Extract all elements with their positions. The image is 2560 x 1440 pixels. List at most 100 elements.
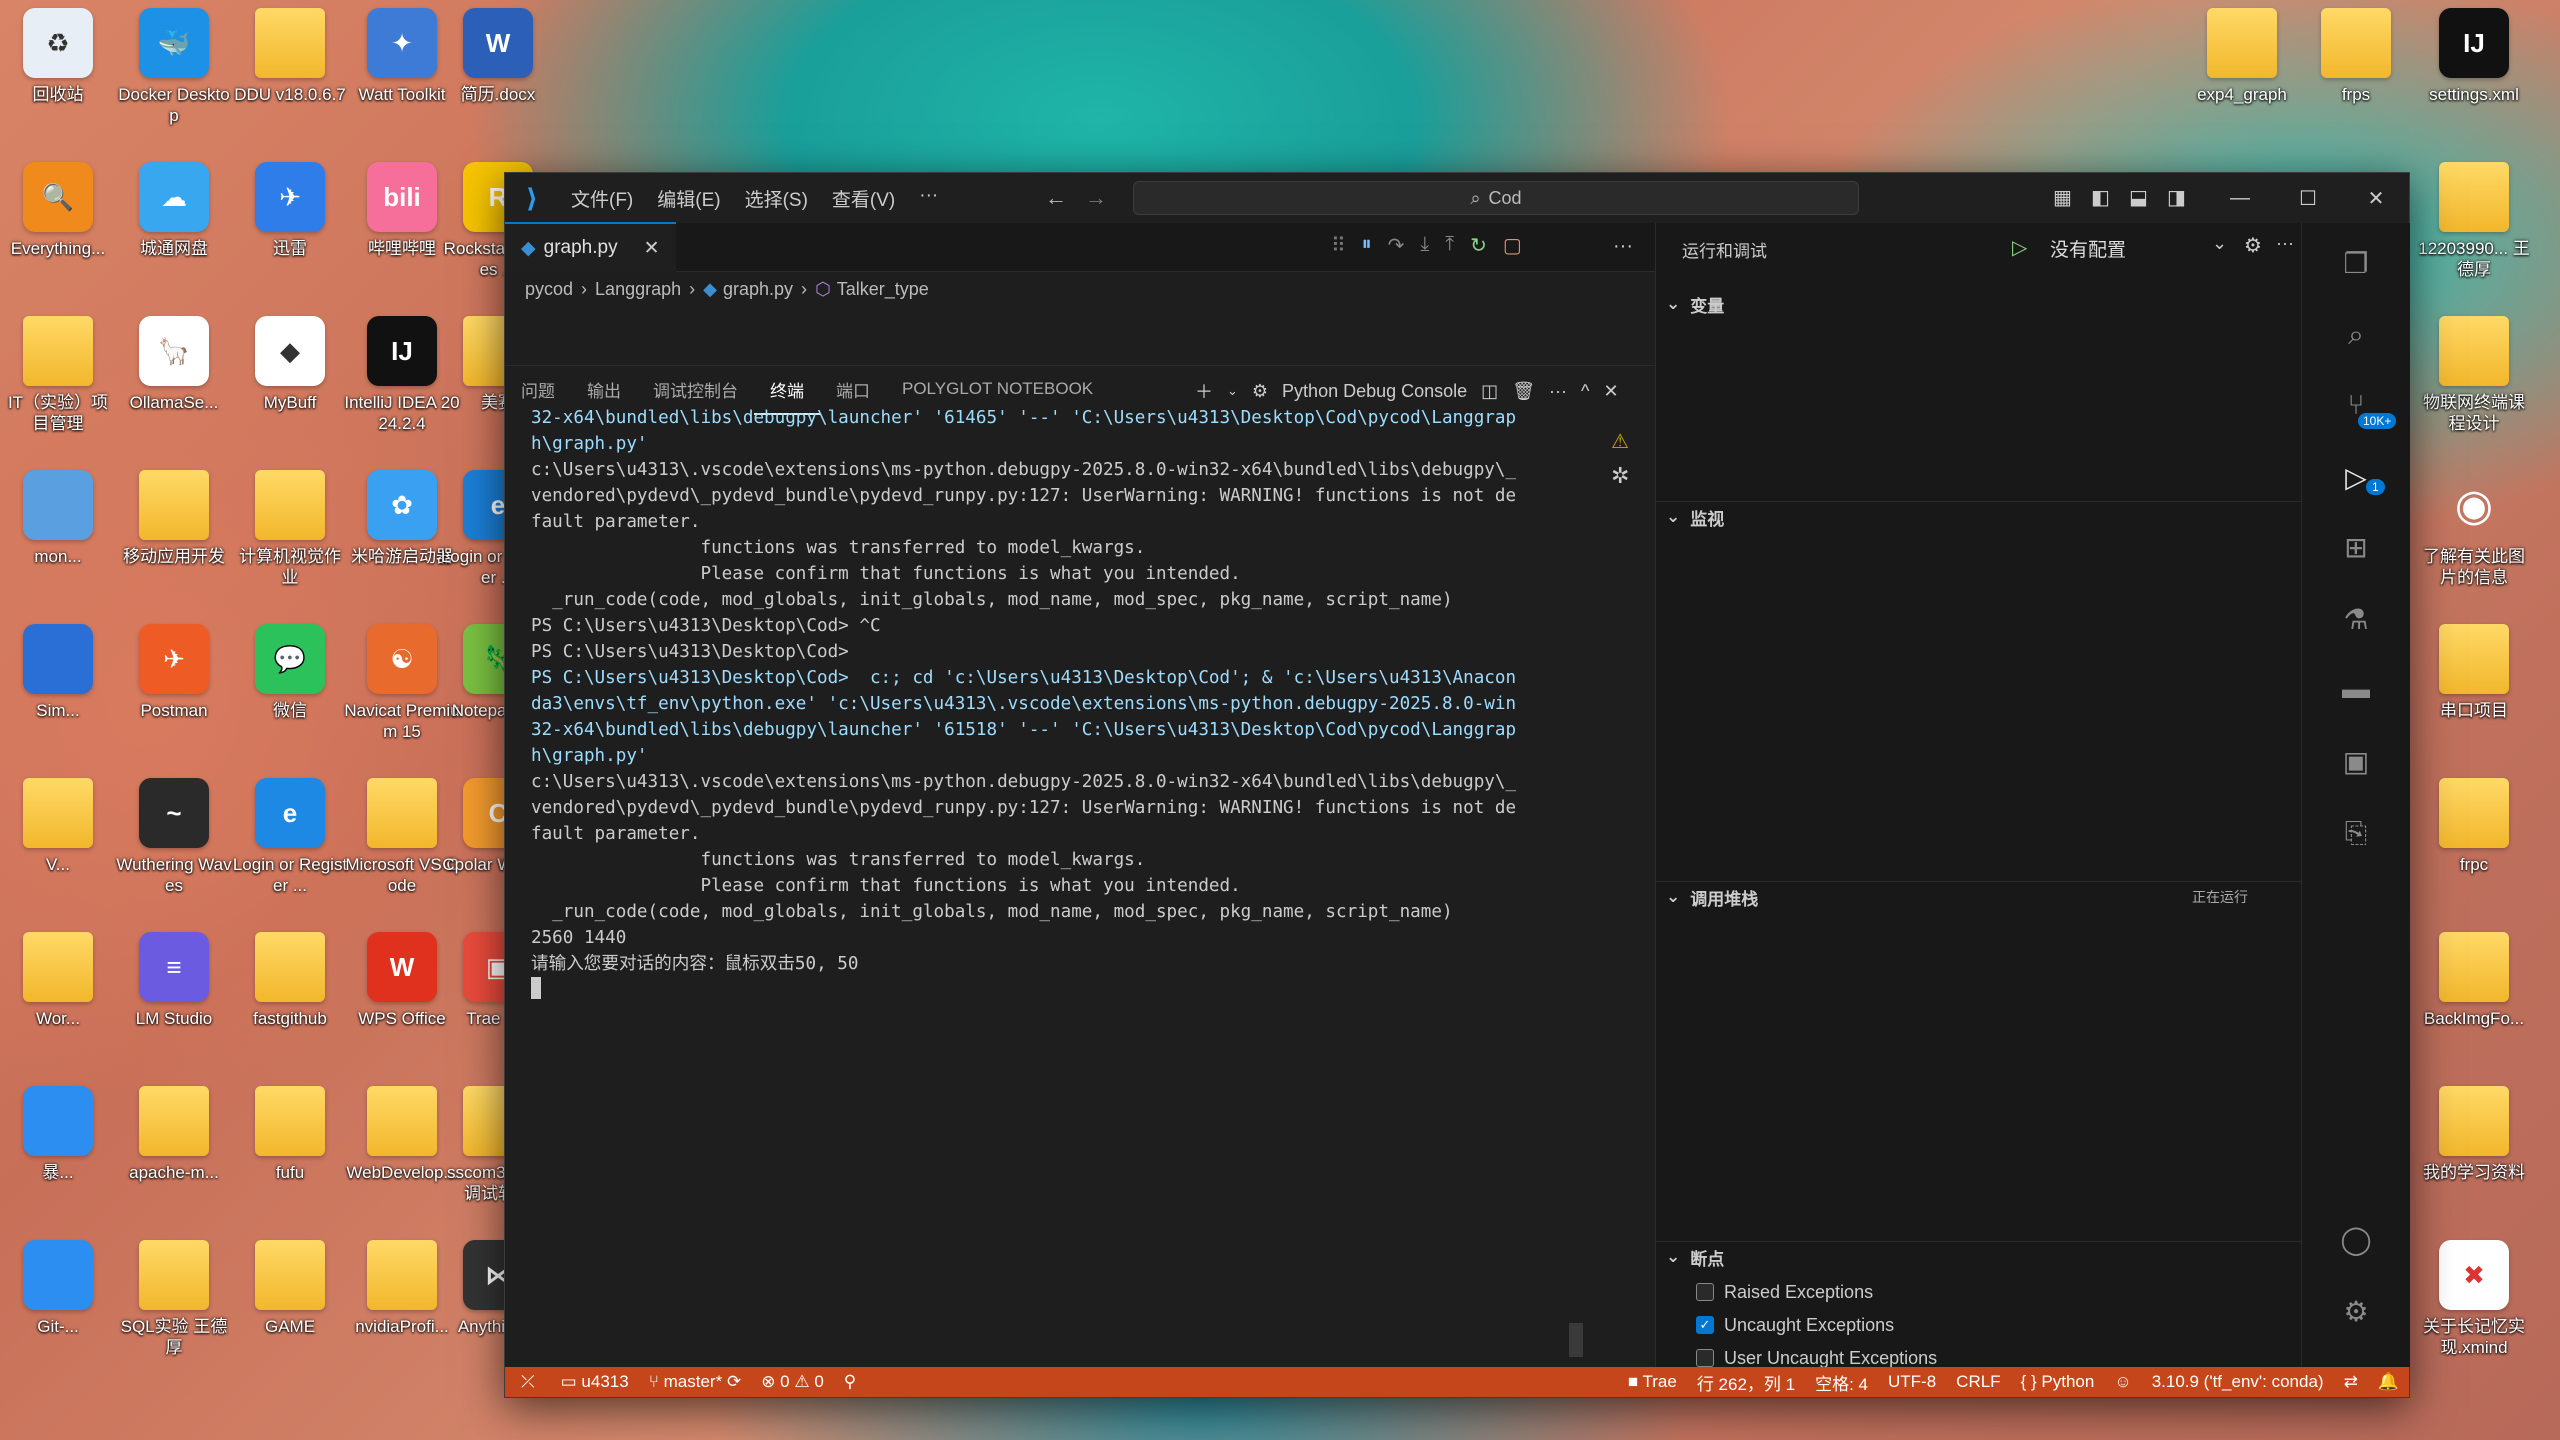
desktop-icon[interactable]: mon... [0, 470, 116, 567]
maximize-button[interactable]: ☐ [2275, 173, 2341, 223]
menu-item[interactable]: 编辑(E) [645, 185, 732, 212]
terminal-output[interactable]: 32-x64\bundled\libs\debugpy\launcher' '6… [531, 405, 1641, 977]
more-icon[interactable]: ··· [2276, 233, 2294, 254]
split-terminal-icon[interactable]: ◫ [1481, 381, 1498, 402]
desktop-icon[interactable]: ✈ 迅雷 [232, 162, 348, 259]
remote-icon[interactable]: ⇄ [2334, 1372, 2368, 1392]
desktop-icon[interactable]: fastgithub [232, 932, 348, 1029]
remote-indicator-icon[interactable]: ⤫ [505, 1372, 551, 1392]
desktop-icon[interactable]: apache-m... [116, 1086, 232, 1183]
search-icon[interactable]: ⌕ [2340, 319, 2372, 351]
toggle-panel-icon[interactable]: ⬓ [2129, 185, 2148, 210]
pause-icon[interactable]: ⏸ [1362, 233, 1372, 258]
desktop-icon[interactable]: e Login or Register ... [232, 778, 348, 896]
desktop-icon[interactable]: 移动应用开发 [116, 470, 232, 567]
remote-explorer-icon[interactable]: ▬ [2340, 673, 2372, 705]
breadcrumb-item[interactable]: pycod [525, 279, 573, 300]
desktop-icon[interactable]: 我的学习资料 [2416, 1086, 2532, 1183]
chevron-down-icon[interactable]: ⌄ [2212, 233, 2227, 254]
status-spaces[interactable]: 空格: 4 [1805, 1370, 1878, 1395]
desktop-icon[interactable]: 🔍 Everything... [0, 162, 116, 259]
desktop-icon[interactable]: BackImgFo... [2416, 932, 2532, 1029]
maximize-panel-icon[interactable]: ^ [1581, 381, 1589, 402]
desktop-icon[interactable]: V... [0, 778, 116, 875]
breakpoint-checkbox[interactable] [1696, 1349, 1714, 1367]
desktop-icon[interactable]: Sim... [0, 624, 116, 721]
watch-section[interactable]: ⌄ 监视 [1656, 501, 2302, 532]
close-window-button[interactable]: ✕ [2343, 173, 2409, 223]
breakpoint-item[interactable]: Raised Exceptions [1696, 1277, 1873, 1307]
chevron-down-icon[interactable]: ⌄ [1227, 383, 1238, 399]
debug-status-icon[interactable]: ⚲ [834, 1372, 866, 1392]
desktop-icon[interactable]: ✈ Postman [116, 624, 232, 721]
manage-gear-icon[interactable]: ⚙ [2340, 1295, 2372, 1327]
editor-tab[interactable]: ◆ graph.py ✕ [505, 222, 676, 272]
step-into-icon[interactable]: ⤓ [1420, 233, 1429, 258]
desktop-icon[interactable]: ≡ LM Studio [116, 932, 232, 1029]
minimize-button[interactable]: — [2207, 173, 2273, 223]
desktop-icon[interactable]: SQL实验 王德厚 [116, 1240, 232, 1358]
gear-icon[interactable]: ⚙ [2244, 233, 2262, 258]
desktop-icon[interactable]: 12203990... 王德厚 [2416, 162, 2532, 280]
nav-back-icon[interactable]: ← [1045, 185, 1067, 211]
desktop-icon[interactable]: GAME [232, 1240, 348, 1337]
desktop-icon[interactable]: DDU v18.0.6.7 [232, 8, 348, 105]
debug-config-select[interactable]: 没有配置 [2050, 235, 2126, 262]
desktop-icon[interactable]: Wor... [0, 932, 116, 1029]
nav-forward-icon[interactable]: → [1085, 185, 1107, 211]
new-terminal-icon[interactable]: ＋ [1195, 378, 1213, 404]
desktop-icon[interactable]: 物联网终端课程设计 [2416, 316, 2532, 434]
close-panel-icon[interactable]: ✕ [1603, 381, 1618, 402]
desktop-icon[interactable]: Git-... [0, 1240, 116, 1337]
close-tab-icon[interactable]: ✕ [644, 237, 660, 260]
share-icon[interactable]: ⎘ [2340, 817, 2372, 849]
more-icon[interactable]: ··· [1549, 381, 1567, 402]
desktop-icon[interactable]: 计算机视觉作业 [232, 470, 348, 588]
breadcrumb-item[interactable]: Talker_type [837, 279, 929, 300]
notifications-bell-icon[interactable]: 🔔 [2368, 1372, 2409, 1392]
stop-icon[interactable]: ▢ [1503, 233, 1522, 258]
status-encoding[interactable]: UTF-8 [1878, 1372, 1946, 1392]
desktop-icon[interactable]: frpc [2416, 778, 2532, 875]
command-center-search[interactable]: ⌕ Cod [1133, 181, 1859, 215]
status-interpreter[interactable]: 3.10.9 ('tf_env': conda) [2142, 1372, 2334, 1392]
desktop-icon[interactable]: 暴... [0, 1086, 116, 1183]
desktop-icon[interactable]: ~ Wuthering Waves [116, 778, 232, 896]
status-problems[interactable]: ⊗ 0 ⚠ 0 [751, 1372, 834, 1392]
breakpoint-checkbox[interactable] [1696, 1283, 1714, 1301]
toggle-secondary-sidebar-icon[interactable]: ◨ [2167, 185, 2186, 210]
terminal-profile-label[interactable]: Python Debug Console [1282, 381, 1467, 402]
desktop-icon[interactable]: 🐳 Docker Desktop [116, 8, 232, 126]
copilot-icon[interactable]: ☺ [2104, 1372, 2141, 1392]
status-branch[interactable]: ⑂ master* ⟳ [639, 1372, 752, 1392]
breakpoints-section[interactable]: ⌄ 断点 [1656, 1241, 2302, 1272]
step-over-icon[interactable]: ↷ [1388, 233, 1405, 258]
status-trae[interactable]: ■ Trae [1618, 1372, 1687, 1392]
callstack-section[interactable]: ⌄ 调用堆栈 正在运行 [1656, 881, 2302, 912]
desktop-icon[interactable]: IJ settings.xml [2416, 8, 2532, 105]
breadcrumb-item[interactable]: Langgraph [595, 279, 681, 300]
desktop-icon[interactable]: ✖ 关于长记忆实现.xmind [2416, 1240, 2532, 1358]
status-language[interactable]: { } Python [2011, 1372, 2105, 1392]
status-eol[interactable]: CRLF [1946, 1372, 2010, 1392]
more-actions-icon[interactable]: ··· [1613, 235, 1633, 258]
restart-icon[interactable]: ↻ [1470, 233, 1487, 258]
desktop-icon[interactable]: ☁ 城通网盘 [116, 162, 232, 259]
breadcrumb-item[interactable]: graph.py [723, 279, 793, 300]
account-icon[interactable]: ◯ [2340, 1223, 2372, 1255]
step-out-icon[interactable]: ⤒ [1445, 233, 1454, 258]
menu-item[interactable]: 查看(V) [820, 185, 907, 212]
desktop-icon[interactable]: W 简历.docx [440, 8, 556, 105]
terminal-scrollbar[interactable] [1569, 1323, 1583, 1357]
status-user[interactable]: ▭ u4313 [551, 1372, 639, 1392]
desktop-icon[interactable]: fufu [232, 1086, 348, 1183]
desktop-icon[interactable]: ◆ MyBuff [232, 316, 348, 413]
extensions-icon[interactable]: ⊞ [2340, 531, 2372, 563]
desktop-icon[interactable]: frps [2298, 8, 2414, 105]
explorer-icon[interactable]: ❐ [2340, 247, 2372, 279]
trash-icon[interactable]: 🗑 [1512, 381, 1535, 402]
testing-icon[interactable]: ⚗ [2340, 603, 2372, 635]
menu-item[interactable]: 文件(F) [559, 185, 645, 212]
desktop-icon[interactable]: IT（实验）项目管理 [0, 316, 116, 434]
breakpoint-checkbox[interactable]: ✓ [1696, 1316, 1714, 1334]
